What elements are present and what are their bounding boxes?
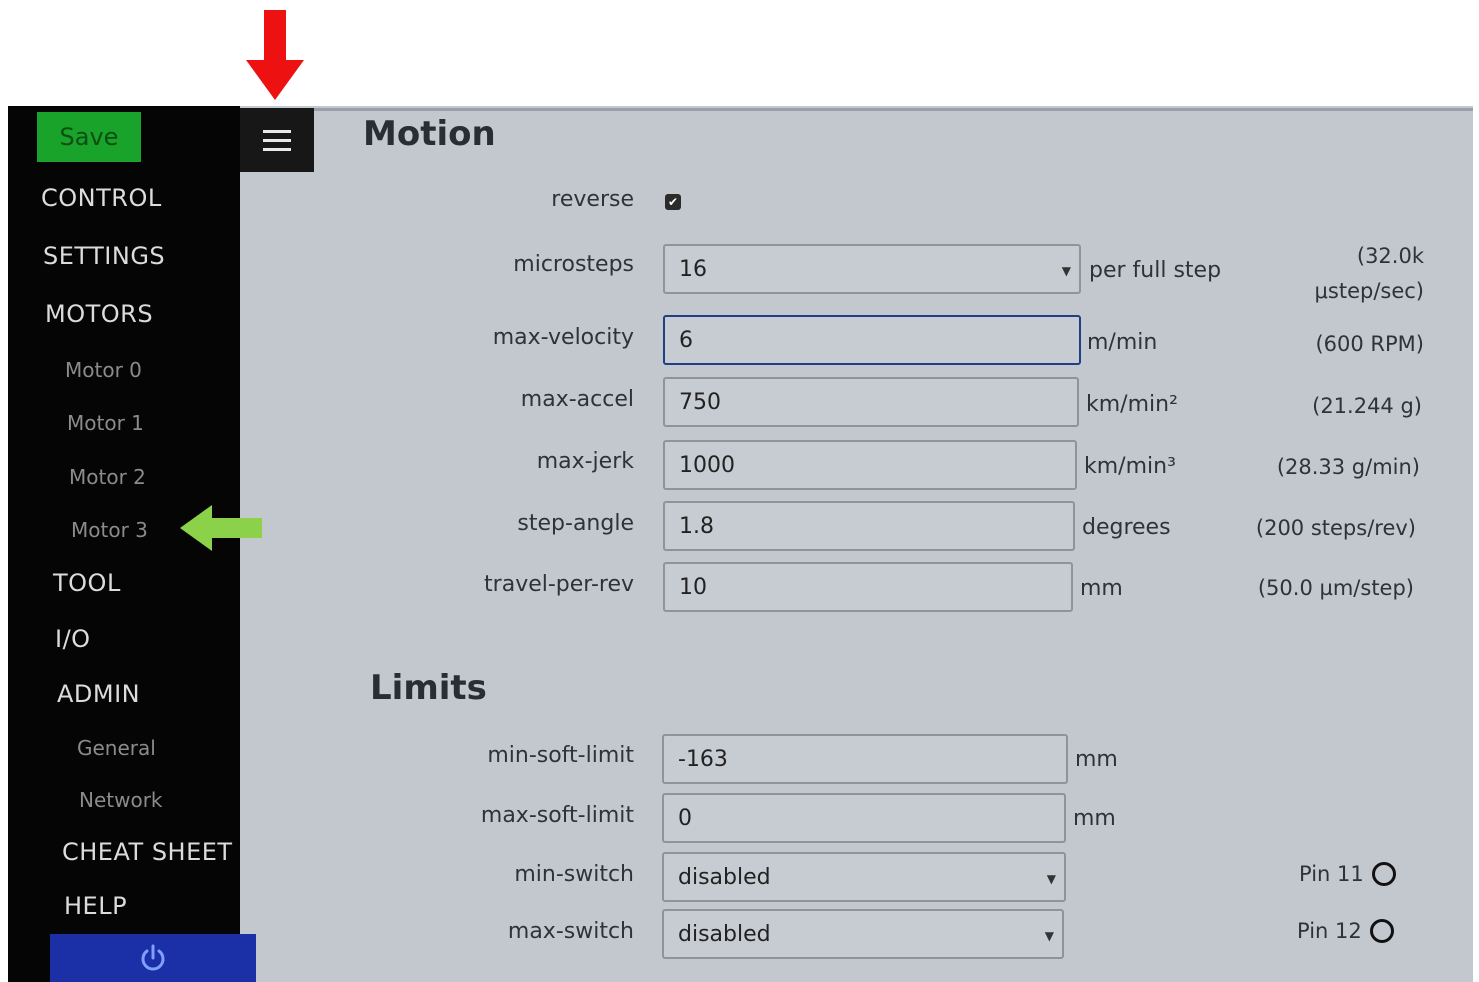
microsteps-note-1: (32.0k <box>1356 244 1424 268</box>
limits-section-title: Limits <box>370 668 487 708</box>
nav-motor-1[interactable]: Motor 1 <box>67 411 144 435</box>
power-icon <box>141 944 165 971</box>
min-switch-value: disabled <box>678 864 771 890</box>
max-jerk-input[interactable]: 1000 <box>663 440 1077 490</box>
red-arrow-annotation <box>246 10 304 100</box>
reverse-checkbox[interactable]: ✔ <box>665 194 681 210</box>
nav-io[interactable]: I/O <box>55 625 91 653</box>
power-button[interactable] <box>50 934 256 982</box>
nav-general[interactable]: General <box>77 736 156 760</box>
nav-motor-2[interactable]: Motor 2 <box>69 465 146 489</box>
max-jerk-note: (28.33 g/min) <box>1276 455 1420 479</box>
max-soft-limit-unit: mm <box>1073 806 1116 831</box>
nav-cheat-sheet[interactable]: CHEAT SHEET <box>62 838 233 866</box>
menu-icon-bar <box>263 138 291 142</box>
nav-network[interactable]: Network <box>79 788 163 812</box>
green-arrow-annotation <box>180 505 262 551</box>
min-soft-limit-unit: mm <box>1075 747 1118 772</box>
max-accel-unit: km/min² <box>1086 392 1178 417</box>
min-switch-label: min-switch <box>514 862 634 887</box>
chevron-down-icon: ▼ <box>1061 264 1071 278</box>
step-angle-input[interactable]: 1.8 <box>663 501 1075 551</box>
travel-per-rev-input[interactable]: 10 <box>663 562 1073 612</box>
step-angle-unit: degrees <box>1082 515 1171 540</box>
nav-help[interactable]: HELP <box>64 892 127 920</box>
menu-icon-bar <box>263 147 291 151</box>
menu-icon <box>263 129 291 133</box>
app-window: Save CONTROL SETTINGS MOTORS Motor 0 Mot… <box>8 106 1473 982</box>
save-button[interactable]: Save <box>37 112 141 162</box>
microsteps-select[interactable]: 16 ▼ <box>663 244 1081 294</box>
max-accel-note: (21.244 g) <box>1312 394 1422 418</box>
nav-motors[interactable]: MOTORS <box>45 300 153 328</box>
max-switch-select[interactable]: disabled ▼ <box>662 909 1064 959</box>
nav-motor-3[interactable]: Motor 3 <box>71 518 148 542</box>
max-switch-pin-label: Pin 12 <box>1297 919 1362 943</box>
max-velocity-label: max-velocity <box>492 325 634 350</box>
nav-admin[interactable]: ADMIN <box>57 680 140 708</box>
max-soft-limit-input[interactable]: 0 <box>662 793 1066 843</box>
travel-per-rev-note: (50.0 µm/step) <box>1257 576 1414 600</box>
microsteps-label: microsteps <box>513 252 634 277</box>
chevron-down-icon: ▼ <box>1046 872 1056 886</box>
nav-settings[interactable]: SETTINGS <box>43 242 165 270</box>
hamburger-menu-button[interactable] <box>240 108 314 172</box>
reverse-label: reverse <box>551 187 634 212</box>
nav-control[interactable]: CONTROL <box>41 184 162 212</box>
pin-status-icon <box>1369 919 1394 943</box>
max-switch-pin-indicator: Pin 12 <box>1297 919 1394 943</box>
min-switch-pin-label: Pin 11 <box>1299 862 1364 886</box>
min-switch-select[interactable]: disabled ▼ <box>662 852 1066 902</box>
step-angle-note: (200 steps/rev) <box>1255 516 1416 540</box>
step-angle-label: step-angle <box>517 511 634 536</box>
top-divider <box>314 108 1473 111</box>
travel-per-rev-label: travel-per-rev <box>484 572 634 597</box>
travel-per-rev-unit: mm <box>1080 576 1123 601</box>
max-velocity-note: (600 RPM) <box>1315 332 1424 356</box>
min-switch-pin-indicator: Pin 11 <box>1299 862 1396 886</box>
pin-status-icon <box>1371 862 1396 886</box>
max-velocity-input[interactable]: 6 <box>663 315 1081 365</box>
max-accel-label: max-accel <box>520 387 634 412</box>
nav-motor-0[interactable]: Motor 0 <box>65 358 142 382</box>
max-switch-value: disabled <box>678 921 771 947</box>
max-soft-limit-label: max-soft-limit <box>480 803 634 828</box>
min-soft-limit-input[interactable]: -163 <box>662 734 1068 784</box>
microsteps-note-2: μstep/sec) <box>1314 279 1424 303</box>
max-accel-input[interactable]: 750 <box>663 377 1079 427</box>
chevron-down-icon: ▼ <box>1044 929 1054 943</box>
max-jerk-unit: km/min³ <box>1084 454 1176 479</box>
min-soft-limit-label: min-soft-limit <box>487 743 634 768</box>
max-velocity-unit: m/min <box>1087 330 1158 355</box>
microsteps-unit: per full step <box>1089 258 1222 283</box>
max-jerk-label: max-jerk <box>536 449 634 474</box>
microsteps-value: 16 <box>679 256 707 282</box>
motion-section-title: Motion <box>363 114 496 154</box>
max-switch-label: max-switch <box>507 919 634 944</box>
nav-tool[interactable]: TOOL <box>53 569 121 597</box>
